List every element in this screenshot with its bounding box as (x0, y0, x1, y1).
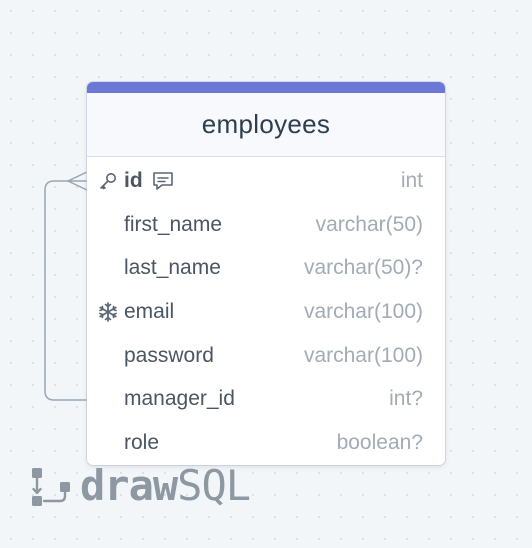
column-type: int (400, 168, 423, 192)
column-type: varchar(50) (315, 212, 423, 236)
column-row-last-name[interactable]: last_name varchar(50)? (87, 246, 445, 290)
table-title: employees (201, 109, 331, 139)
table-accent-bar (87, 82, 445, 93)
column-type: varchar(100) (303, 299, 423, 323)
column-name: manager_id (124, 387, 235, 411)
column-row-manager-id[interactable]: manager_id int? (87, 377, 445, 421)
drawsql-logo-text-draw: draw (80, 460, 178, 510)
drawsql-logo-icon (32, 468, 70, 506)
drawsql-logo-text-sql: SQL (177, 460, 251, 510)
column-type: boolean? (336, 430, 423, 454)
column-row-email[interactable]: email varchar(100) (87, 290, 445, 334)
column-row-first-name[interactable]: first_name varchar(50) (87, 203, 445, 247)
column-type: varchar(50)? (303, 256, 423, 280)
drawsql-logo: draw SQL (30, 460, 251, 510)
comment-icon[interactable] (151, 170, 175, 192)
table-header[interactable]: employees (87, 93, 445, 157)
column-row-id[interactable]: id int (87, 159, 445, 203)
column-name: id (124, 168, 143, 192)
column-name: first_name (124, 212, 223, 236)
column-type: int? (389, 387, 423, 411)
snowflake-icon (97, 301, 119, 323)
column-list: id int first_name varchar(50) last_name … (87, 157, 445, 465)
key-icon (97, 170, 119, 192)
column-name: role (124, 430, 160, 454)
column-row-password[interactable]: password varchar(100) (87, 334, 445, 378)
diagram-canvas[interactable]: employees id int first_name varchar(50) … (0, 0, 532, 548)
column-name: password (124, 343, 214, 367)
column-row-role[interactable]: role boolean? (87, 421, 445, 465)
table-card[interactable]: employees id int first_name varchar(50) … (87, 82, 445, 465)
column-name: last_name (124, 256, 221, 280)
column-type: varchar(100) (303, 343, 423, 367)
column-name: email (124, 299, 175, 323)
crows-foot-marker (66, 171, 88, 191)
